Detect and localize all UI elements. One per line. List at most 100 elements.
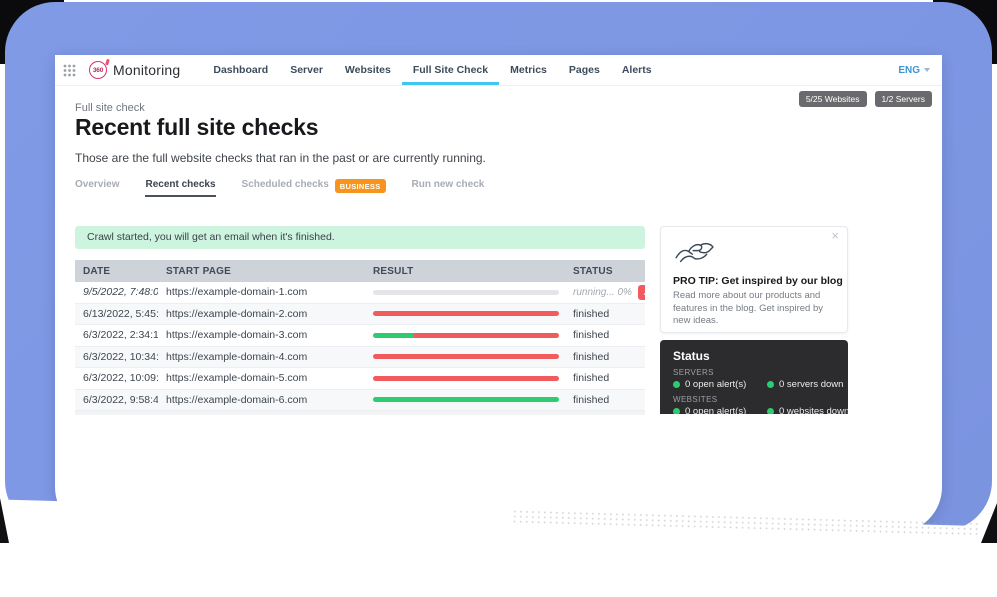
- column-header-status: STATUS: [565, 260, 645, 282]
- brand-name: Monitoring: [113, 62, 180, 78]
- table-header-row: DATESTART PAGERESULTSTATUS: [75, 260, 645, 282]
- status-wrap: finished: [573, 394, 645, 406]
- cell-result: [365, 303, 565, 325]
- badge-1-2-servers[interactable]: 1/2 Servers: [875, 91, 932, 107]
- status-section-label-servers: SERVERS: [673, 368, 835, 377]
- status-section-row: 0 open alert(s)0 websites down: [673, 406, 835, 414]
- tab-label: Run new check: [412, 179, 485, 197]
- cell-start-page: https://example-domain-2.com: [158, 303, 365, 325]
- tab-label: Scheduled checks: [242, 179, 329, 197]
- nav-item-pages[interactable]: Pages: [558, 55, 611, 85]
- progress-segment-red: [373, 376, 559, 381]
- table-row[interactable]: 6/13/2022, 5:45:34 PMhttps://example-dom…: [75, 303, 645, 325]
- crawl-started-notification: Crawl started, you will get an email whe…: [75, 226, 645, 249]
- page-title: Recent full site checks: [75, 114, 318, 141]
- cell-status: running... 0%Abort: [565, 282, 645, 303]
- status-item-text: 0 servers down: [779, 379, 843, 390]
- progress-bar: [373, 290, 559, 295]
- status-text: finished: [573, 372, 609, 384]
- breadcrumb: Full site check: [75, 102, 145, 114]
- table-row[interactable]: 6/3/2022, 10:34:24 AMhttps://example-dom…: [75, 346, 645, 368]
- status-wrap: running... 0%Abort: [573, 285, 645, 300]
- badge-5-25-websites[interactable]: 5/25 Websites: [799, 91, 867, 107]
- nav-item-full-site-check[interactable]: Full Site Check: [402, 55, 499, 85]
- cell-date: 6/3/2022, 10:09:40 AM: [75, 368, 158, 390]
- cell-date: 6/3/2022, 10:34:24 AM: [75, 346, 158, 368]
- table-row[interactable]: 9/5/2022, 7:48:09 AMhttps://example-doma…: [75, 282, 645, 303]
- tab-recent-checks[interactable]: Recent checks: [145, 179, 215, 197]
- cell-status: finished: [565, 325, 645, 347]
- progress-segment-red: [373, 311, 559, 316]
- nav-item-websites[interactable]: Websites: [334, 55, 402, 85]
- table-body: 9/5/2022, 7:48:09 AMhttps://example-doma…: [75, 282, 645, 411]
- status-card: Status SERVERS 0 open alert(s) 0 servers d…: [660, 340, 848, 414]
- tab-overview[interactable]: Overview: [75, 179, 119, 197]
- green-dot-icon: [767, 381, 774, 388]
- recent-checks-table: DATESTART PAGERESULTSTATUS 9/5/2022, 7:4…: [75, 260, 645, 411]
- tab-label: Recent checks: [145, 179, 215, 197]
- app-launcher-grid-icon[interactable]: [63, 64, 76, 77]
- quota-badges: 5/25 Websites 1/2 Servers: [799, 91, 932, 107]
- cell-status: finished: [565, 368, 645, 390]
- cell-status: finished: [565, 346, 645, 368]
- status-item-text: 0 open alert(s): [685, 406, 746, 414]
- progress-segment-red: [373, 354, 559, 359]
- language-label: ENG: [898, 65, 920, 76]
- status-wrap: finished: [573, 329, 645, 341]
- cell-date: 9/5/2022, 7:48:09 AM: [75, 282, 158, 303]
- abort-button[interactable]: Abort: [638, 285, 645, 300]
- tab-scheduled-checks[interactable]: Scheduled checksBUSINESS: [242, 179, 386, 197]
- cell-start-page: https://example-domain-3.com: [158, 325, 365, 347]
- nav-item-metrics[interactable]: Metrics: [499, 55, 558, 85]
- tab-label: Overview: [75, 179, 119, 197]
- progress-bar: [373, 354, 559, 359]
- cell-date: 6/13/2022, 5:45:34 PM: [75, 303, 158, 325]
- status-text: finished: [573, 329, 609, 341]
- cell-result: [365, 368, 565, 390]
- table-row[interactable]: 6/3/2022, 9:58:42 AMhttps://example-doma…: [75, 389, 645, 411]
- pro-tip-title: PRO TIP: Get inspired by our blog: [673, 275, 835, 287]
- progress-segment-green: [373, 397, 559, 402]
- status-item: 0 websites down: [767, 406, 848, 414]
- logo-360-icon: 360: [89, 61, 107, 79]
- status-sections: SERVERS0 open alert(s)0 servers downWEBS…: [673, 368, 835, 414]
- green-dot-icon: [767, 408, 774, 414]
- column-header-date: DATE: [75, 260, 158, 282]
- cell-result: [365, 346, 565, 368]
- table-row[interactable]: 6/3/2022, 2:34:15 PMhttps://example-doma…: [75, 325, 645, 347]
- logo-flag-accent: [105, 59, 109, 65]
- top-navbar: 360 Monitoring DashboardServerWebsitesFu…: [55, 55, 942, 86]
- column-header-result: RESULT: [365, 260, 565, 282]
- nav-items: DashboardServerWebsitesFull Site CheckMe…: [202, 55, 662, 85]
- nav-item-alerts[interactable]: Alerts: [611, 55, 663, 85]
- column-header-start-page: START PAGE: [158, 260, 365, 282]
- progress-bar: [373, 333, 559, 338]
- nav-item-server[interactable]: Server: [279, 55, 334, 85]
- cell-status: finished: [565, 303, 645, 325]
- status-item: 0 open alert(s): [673, 379, 767, 390]
- language-selector[interactable]: ENG: [898, 55, 930, 85]
- cell-result: [365, 282, 565, 303]
- status-section-label-websites: WEBSITES: [673, 395, 835, 404]
- pro-tip-body: Read more about our products and feature…: [673, 290, 835, 328]
- main-column: Crawl started, you will get an email whe…: [75, 226, 645, 415]
- status-item-text: 0 websites down: [779, 406, 848, 414]
- cell-start-page: https://example-domain-6.com: [158, 389, 365, 411]
- status-wrap: finished: [573, 308, 645, 320]
- status-text: finished: [573, 394, 609, 406]
- tab-run-new-check[interactable]: Run new check: [412, 179, 485, 197]
- cell-date: 6/3/2022, 9:58:42 AM: [75, 389, 158, 411]
- cell-result: [365, 389, 565, 411]
- section-tabs: Overview Recent checks Scheduled checksBUS…: [75, 179, 484, 197]
- progress-segment-green: [373, 333, 414, 338]
- status-card-title: Status: [673, 349, 835, 363]
- progress-segment-gray: [373, 290, 559, 295]
- nav-item-dashboard[interactable]: Dashboard: [202, 55, 279, 85]
- status-item-text: 0 open alert(s): [685, 379, 746, 390]
- close-icon[interactable]: ×: [831, 228, 839, 243]
- cell-start-page: https://example-domain-1.com: [158, 282, 365, 303]
- green-dot-icon: [673, 381, 680, 388]
- status-item: 0 open alert(s): [673, 406, 767, 414]
- table-row[interactable]: 6/3/2022, 10:09:40 AMhttps://example-dom…: [75, 368, 645, 390]
- brand-logo[interactable]: 360 Monitoring: [89, 55, 180, 85]
